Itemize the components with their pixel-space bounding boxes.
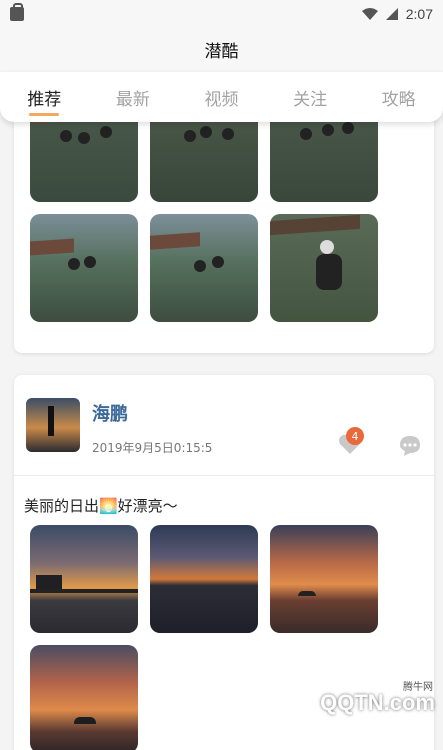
tab-video[interactable]: 视频 xyxy=(177,72,266,122)
island xyxy=(298,591,316,596)
status-right: 2:07 xyxy=(361,6,433,22)
island xyxy=(74,717,96,724)
tab-recommend[interactable]: 推荐 xyxy=(0,72,89,122)
watermark-logo: QQTN.com xyxy=(320,690,435,715)
tab-guides[interactable]: 攻略 xyxy=(354,72,443,122)
tab-latest[interactable]: 最新 xyxy=(89,72,178,122)
avatar-figure xyxy=(48,406,54,436)
avatar[interactable] xyxy=(26,398,80,452)
app-title: 潜酷 xyxy=(204,41,239,62)
post-photo[interactable] xyxy=(270,214,378,322)
app-bar: 潜酷 xyxy=(0,28,443,70)
author-name[interactable]: 海鹏 xyxy=(92,400,128,426)
shopping-bag-icon xyxy=(10,3,24,21)
post-text: 美丽的日出🌅好漂亮～ xyxy=(24,497,178,515)
post-photo[interactable] xyxy=(270,525,378,633)
post-photo[interactable] xyxy=(150,525,258,633)
like-count-badge: 4 xyxy=(346,427,364,445)
category-tabs: 推荐 最新 视频 关注 攻略 xyxy=(0,72,443,122)
post-photo[interactable] xyxy=(30,645,138,750)
signal-icon xyxy=(385,8,398,20)
status-time: 2:07 xyxy=(405,6,433,22)
pier xyxy=(30,589,138,593)
tab-following[interactable]: 关注 xyxy=(266,72,355,122)
watermark-site: 腾牛网 xyxy=(403,682,433,693)
post-photo[interactable] xyxy=(150,214,258,322)
comment-icon[interactable] xyxy=(398,435,422,457)
divider xyxy=(14,475,434,476)
status-bar: 2:07 xyxy=(0,0,443,28)
gazebo xyxy=(36,575,62,589)
post-time: 2019年9月5日0:15:5 xyxy=(92,441,213,455)
post-card-diving[interactable] xyxy=(14,100,434,353)
wifi-icon xyxy=(361,8,378,20)
post-photo[interactable] xyxy=(30,525,138,633)
watermark: 腾牛网 QQTN.com xyxy=(320,682,435,716)
diver-figure xyxy=(316,254,342,290)
post-photo[interactable] xyxy=(30,214,138,322)
